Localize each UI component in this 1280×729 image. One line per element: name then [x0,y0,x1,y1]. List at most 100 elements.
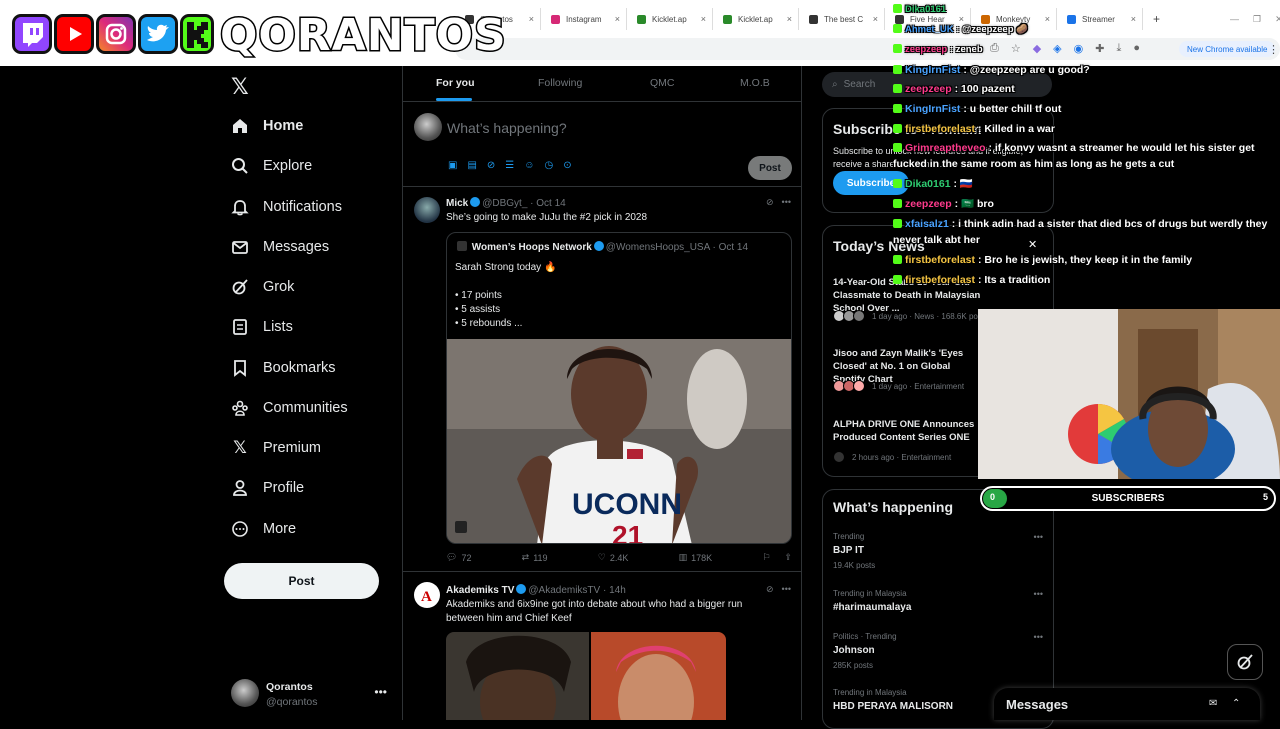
tweet[interactable]: A Akademiks TV @AkademiksTV · 14h ⊘ ••• Ak… [403,572,801,720]
list-icon [229,316,251,338]
chat-message: KingIrnFist : u better chill tf out [893,101,1273,117]
more-dots-icon[interactable]: ••• [782,584,791,595]
grok-button[interactable] [1227,644,1263,680]
trend-name[interactable]: Johnson [833,645,875,656]
more-dots-icon[interactable]: ••• [1034,589,1043,599]
nav-more[interactable]: More [229,514,296,544]
chat-message: zeepzeep : 🇸🇦 bro [893,196,1273,212]
chat-message: zeepzeep : zeneb [893,44,1273,56]
chat-message: zeepzeep : 100 pazent [893,81,1273,97]
tab-following[interactable]: Following [538,77,582,89]
close-tab-icon[interactable]: × [873,14,878,24]
quoted-tweet[interactable]: Women’s Hoops Network @WomensHoops_USA · … [446,232,792,544]
reply-button[interactable]: 💬︎ 72 [446,552,471,563]
subscriber-goal: 5 [1262,492,1268,502]
tab-qmc[interactable]: QMC [650,77,675,89]
person-icon [229,477,251,499]
trends-title: What’s happening [833,499,954,515]
views-icon: ▥ [678,552,688,562]
browser-tab[interactable]: Instagram × [541,8,627,30]
more-dots-icon[interactable]: ••• [374,685,387,699]
x-logo-icon[interactable]: 𝕏 [231,74,249,100]
browser-tab[interactable]: The best C × [799,8,885,30]
views-button[interactable]: ▥ 178K [679,552,713,563]
nav-profile[interactable]: Profile [229,473,304,503]
nav-grok[interactable]: Grok [229,272,294,302]
browser-tab[interactable]: Kicklet.ap × [627,8,713,30]
emoji-icon[interactable]: ☺ [524,160,534,171]
tweet[interactable]: Mick @DBGyt_ · Oct 14 ⊘ ••• She’s going to… [403,187,801,572]
share-icon[interactable]: ⇪ [784,552,792,563]
grok-icon[interactable]: ⊘ [766,197,774,208]
trend-label: Politics · Trending [833,632,897,641]
avatar [457,241,467,251]
trend-posts: 285K posts [833,661,874,670]
more-dots-icon[interactable]: ••• [1034,632,1043,642]
tweet-author[interactable]: Akademiks TV [446,585,514,596]
compose-box: What’s happening? ▣ ▤ ⊘ ☰ ☺ ◷ ⊙ Post [403,102,801,187]
youtube-icon [54,14,94,54]
new-message-icon[interactable]: ✉ [1209,698,1217,709]
tweet-photo[interactable]: UCONN 21 [447,339,791,543]
close-tab-icon[interactable]: × [787,14,792,24]
kick-badge-icon [893,199,902,208]
more-dots-icon[interactable]: ••• [782,197,791,208]
verified-badge-icon [470,197,481,207]
jersey-text: UCONN [572,488,682,521]
messages-drawer[interactable]: Messages ✉ ⌃ [994,688,1260,720]
tab-for-you[interactable]: For you [436,77,475,89]
subscriber-goal-bar: 0 SUBSCRIBERS 5 [980,486,1276,511]
schedule-icon[interactable]: ◷ [544,160,553,171]
avatar [853,310,865,322]
trend-label: Trending in Malaysia [833,688,907,697]
instagram-icon [96,14,136,54]
account-switcher[interactable]: Qorantos @qorantos ••• [231,679,391,711]
kick-badge-icon [893,104,902,113]
trend-name[interactable]: BJP IT [833,545,864,556]
nav-home[interactable]: Home [229,111,303,141]
like-button[interactable]: ♡ 2.4K [598,552,629,563]
grok-icon[interactable]: ⊘ [487,160,495,171]
webcam-feed [978,309,1280,479]
grok-icon[interactable]: ⊘ [766,584,774,595]
close-tab-icon[interactable]: × [615,14,620,24]
communities-icon [229,397,251,419]
nav-premium[interactable]: 𝕏 Premium [229,433,321,463]
news-item-title[interactable]: ALPHA DRIVE ONE Announces Produced Conte… [833,418,983,444]
bookmark-icon[interactable]: ⚐ [762,552,770,563]
bell-icon [229,196,251,218]
chat-message: Ahmet_UK : @zeepzeep 🥔 [893,24,1273,36]
nav-explore[interactable]: Explore [229,151,312,181]
poll-icon[interactable]: ☰ [505,160,514,171]
tab-favicon-icon [723,14,732,24]
close-tab-icon[interactable]: × [529,14,534,24]
browser-tab[interactable]: Kicklet.ap × [713,8,799,30]
tweet-video[interactable] [446,632,726,720]
more-dots-icon[interactable]: ••• [1034,532,1043,542]
nav-bookmarks[interactable]: Bookmarks [229,353,336,383]
tab-mob[interactable]: M.O.B [740,77,770,89]
close-tab-icon[interactable]: × [701,14,706,24]
gif-icon[interactable]: ▤ [467,160,476,171]
kick-icon [180,14,214,54]
quote-text: Sarah Strong today 🔥 • 17 points • 5 ass… [455,262,557,329]
compose-post-button[interactable]: Post [748,156,792,180]
tweet-author[interactable]: Mick [446,198,468,209]
kick-badge-icon [893,65,902,74]
close-icon[interactable]: ✕ [1028,238,1037,251]
expand-icon[interactable]: ⌃ [1232,698,1240,709]
avatar[interactable]: A [414,582,440,608]
trend-name[interactable]: #harimaumalaya [833,602,911,613]
image-icon[interactable]: ▣ [448,160,457,171]
location-icon[interactable]: ⊙ [563,160,571,171]
post-button[interactable]: Post [224,563,379,599]
nav-notifications[interactable]: Notifications [229,192,342,222]
nav-messages[interactable]: Messages [229,232,329,262]
kick-badge-icon [893,44,902,53]
repost-button[interactable]: ⇄ 119 [522,552,548,563]
nav-lists[interactable]: Lists [229,312,293,342]
nav-communities[interactable]: Communities [229,393,348,423]
avatar[interactable] [414,197,440,223]
compose-input[interactable]: What’s happening? [447,120,567,136]
trend-name[interactable]: HBD PERAYA MALISORN [833,701,953,712]
